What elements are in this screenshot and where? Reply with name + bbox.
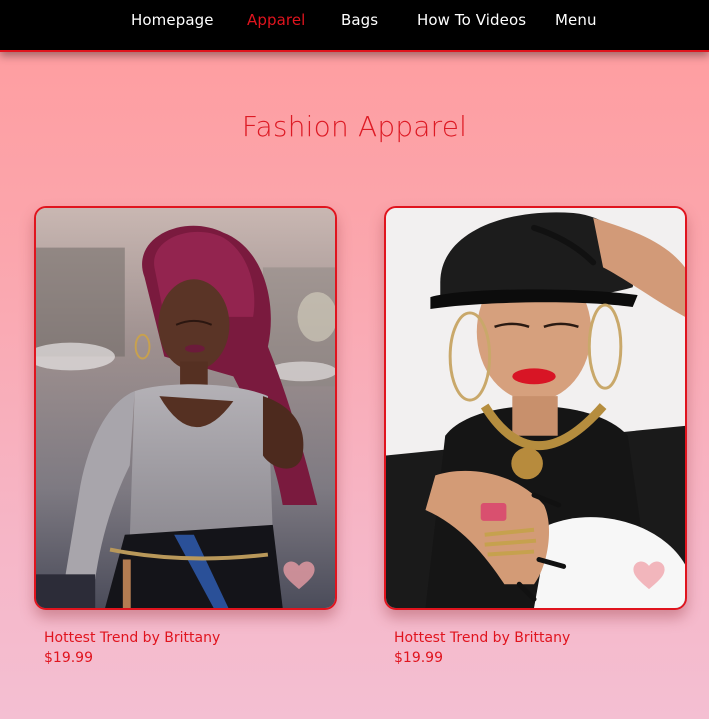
- product-image: [36, 208, 335, 608]
- product-name[interactable]: Hottest Trend by Brittany: [44, 630, 220, 646]
- nav-item-menu[interactable]: Menu: [555, 11, 597, 29]
- nav-item-homepage[interactable]: Homepage: [131, 11, 214, 29]
- product-price: $19.99: [394, 650, 443, 666]
- product-image: [386, 208, 685, 608]
- nav-item-how-to-videos[interactable]: How To Videos: [417, 11, 526, 29]
- page-title: Fashion Apparel: [241, 110, 468, 143]
- heart-icon: [633, 561, 665, 590]
- product-name[interactable]: Hottest Trend by Brittany: [394, 630, 570, 646]
- favorite-button[interactable]: [281, 558, 317, 592]
- product-card[interactable]: [34, 206, 337, 610]
- product-card[interactable]: [384, 206, 687, 610]
- product-price: $19.99: [44, 650, 93, 666]
- top-navbar: Homepage Apparel Bags How To Videos Menu: [0, 0, 709, 52]
- favorite-button[interactable]: [631, 558, 667, 592]
- nav-item-bags[interactable]: Bags: [341, 11, 378, 29]
- nav-item-apparel[interactable]: Apparel: [247, 11, 305, 29]
- heart-icon: [283, 561, 315, 590]
